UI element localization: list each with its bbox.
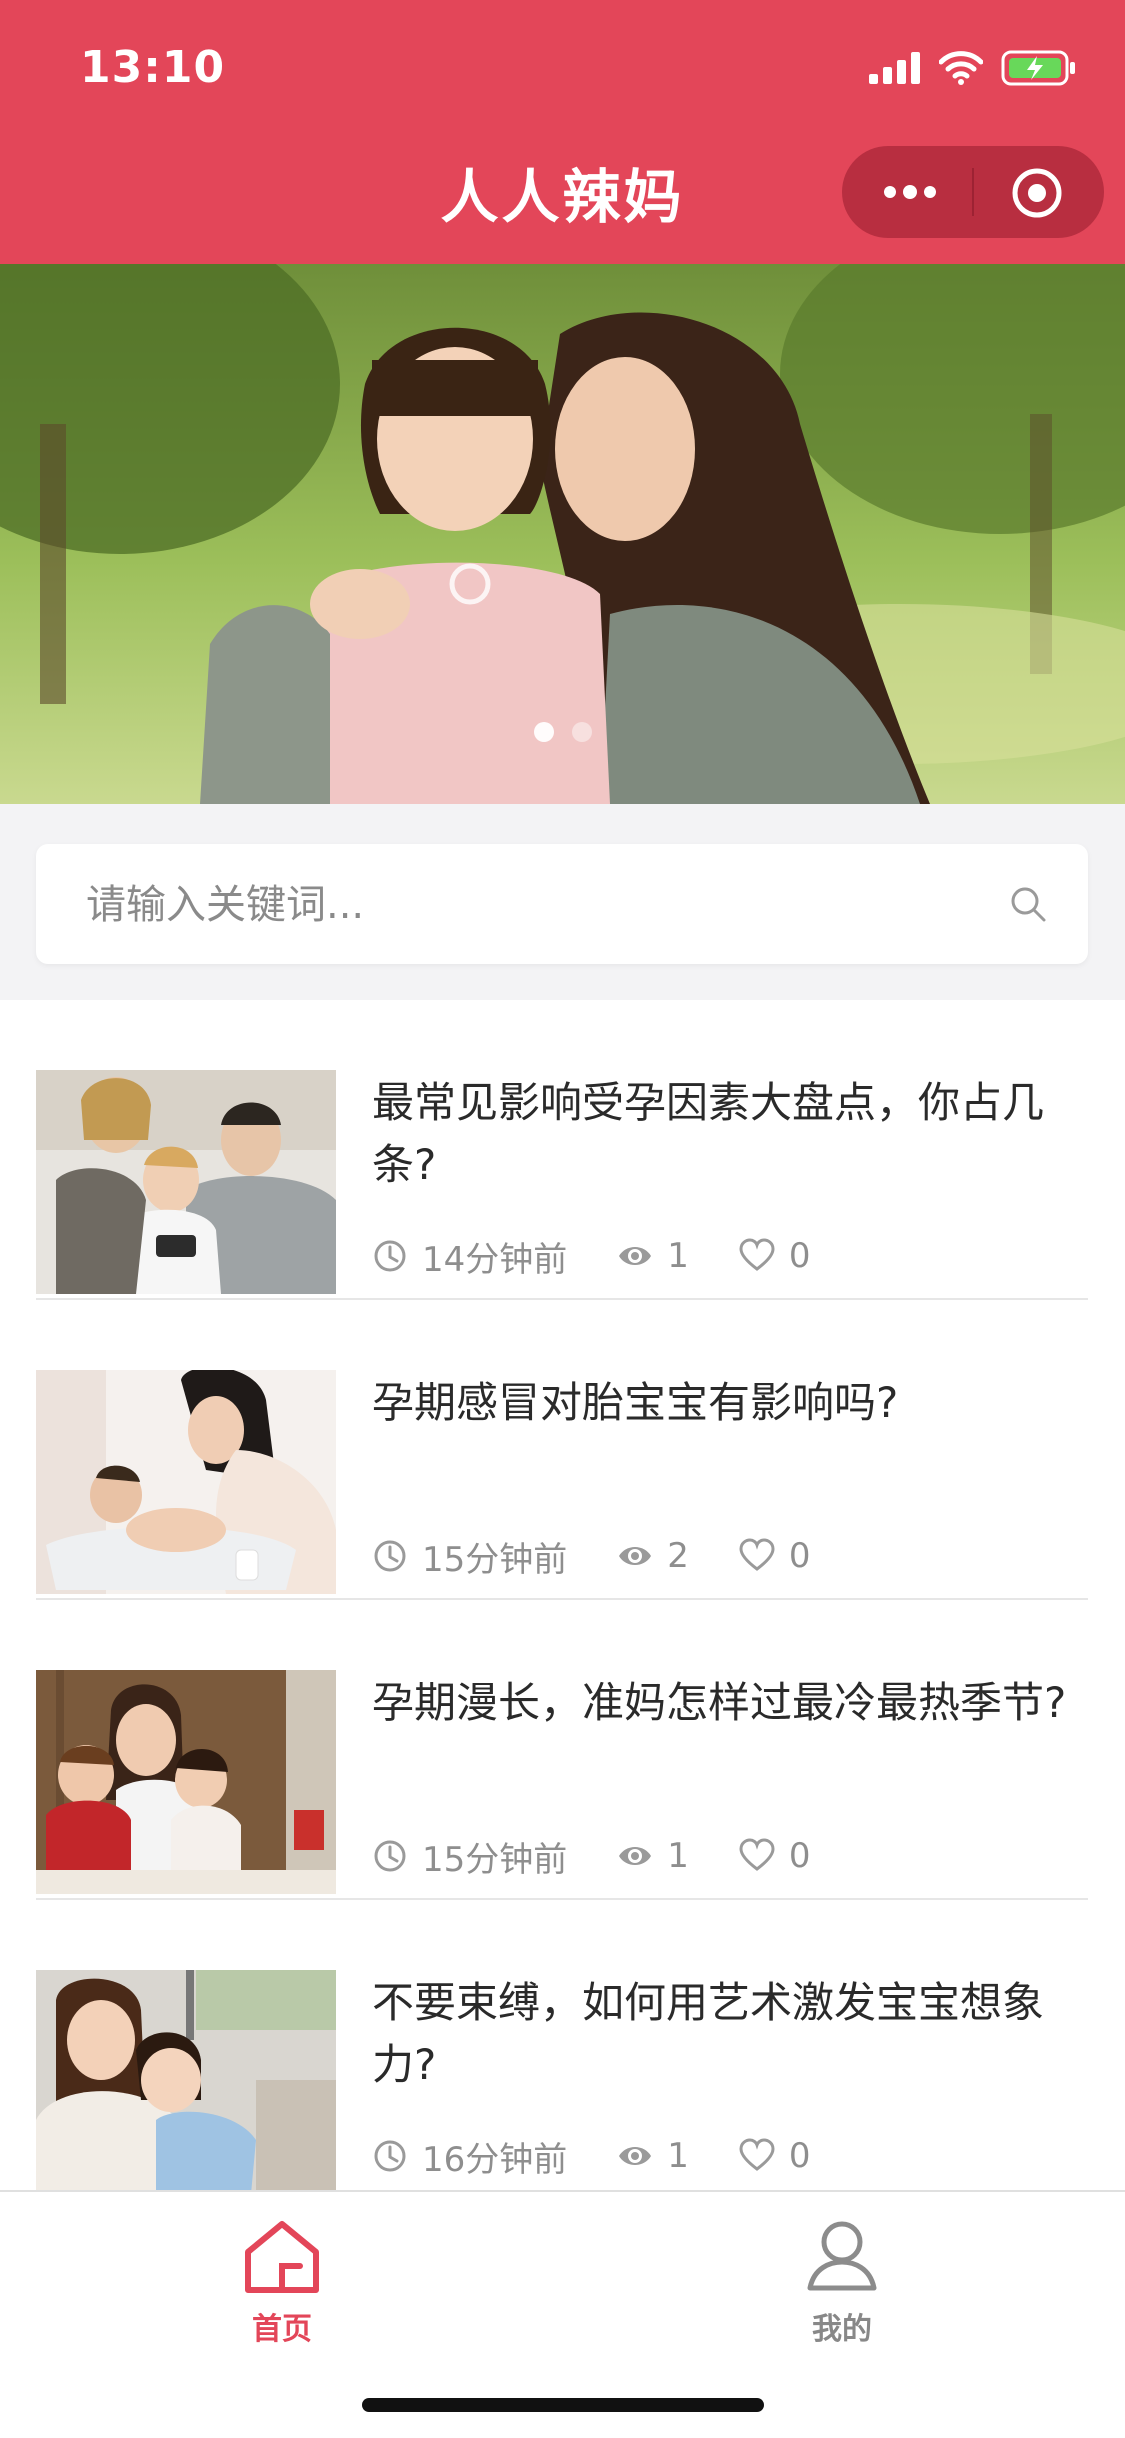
home-indicator	[362, 2398, 764, 2412]
clock-icon	[374, 1240, 406, 1272]
more-dots-icon[interactable]	[880, 172, 940, 212]
article-likes: 0	[788, 1536, 811, 1576]
article-title[interactable]: 不要束缚，如何用艺术激发宝宝想象力?	[372, 1972, 1082, 2096]
heart-icon[interactable]	[739, 1538, 775, 1574]
clock-icon	[374, 1540, 406, 1572]
article-meta: 15分钟前 1 0	[372, 1832, 861, 1880]
search-input[interactable]	[84, 844, 988, 966]
article-thumbnail	[36, 1670, 336, 1894]
clock-icon	[374, 2140, 406, 2172]
tab-home[interactable]: 首页	[182, 2216, 382, 2348]
home-icon	[245, 2221, 319, 2293]
tab-mine-label: 我的	[812, 2312, 872, 2347]
article-thumbnail	[36, 1370, 336, 1594]
article-title[interactable]: 最常见影响受孕因素大盘点，你占几条?	[372, 1072, 1082, 1196]
heart-icon[interactable]	[739, 2138, 775, 2174]
article-thumbnail	[36, 1070, 336, 1294]
banner-dot[interactable]	[571, 722, 592, 742]
article-time: 14分钟前	[422, 1239, 568, 1280]
article-meta: 15分钟前 2 0	[372, 1532, 861, 1580]
target-icon[interactable]	[1010, 166, 1064, 220]
battery-charging-icon	[1001, 50, 1075, 86]
article-item[interactable]: 孕期感冒对胎宝宝有影响吗? 15分钟前 2 0	[36, 1300, 1088, 1600]
heart-icon[interactable]	[739, 1238, 775, 1274]
search-area	[0, 804, 1125, 1000]
article-likes: 0	[788, 1236, 811, 1276]
article-views: 1	[667, 1836, 689, 1876]
article-title[interactable]: 孕期漫长，准妈怎样过最冷最热季节?	[372, 1672, 1082, 1734]
eye-icon	[619, 1847, 652, 1865]
article-meta: 14分钟前 1 0	[372, 1232, 861, 1280]
article-likes: 0	[788, 1836, 811, 1876]
article-item[interactable]: 孕期漫长，准妈怎样过最冷最热季节? 15分钟前 1 0	[36, 1600, 1088, 1900]
tab-mine[interactable]: 我的	[742, 2216, 942, 2348]
article-list: 最常见影响受孕因素大盘点，你占几条? 14分钟前 1 0 孕期感冒对胎宝宝有影响…	[0, 1000, 1125, 2190]
wifi-icon	[939, 51, 983, 85]
clock-icon	[374, 1840, 406, 1872]
article-time: 15分钟前	[422, 1839, 568, 1880]
status-icons	[869, 48, 1077, 88]
article-title[interactable]: 孕期感冒对胎宝宝有影响吗?	[372, 1372, 1082, 1434]
article-meta: 16分钟前 1 0	[372, 2132, 861, 2180]
banner-dots	[0, 722, 1125, 742]
nav-header: 13:10 人人辣妈	[0, 0, 1125, 264]
article-views: 1	[667, 2136, 689, 2176]
status-time: 13:10	[80, 42, 226, 93]
article-item[interactable]: 最常见影响受孕因素大盘点，你占几条? 14分钟前 1 0	[36, 1000, 1088, 1300]
capsule-divider	[972, 168, 974, 216]
article-thumbnail	[36, 1970, 336, 2190]
eye-icon	[619, 1547, 652, 1565]
article-likes: 0	[788, 2136, 811, 2176]
banner-dot[interactable]	[533, 722, 554, 742]
article-views: 1	[667, 1236, 689, 1276]
article-time: 16分钟前	[422, 2139, 568, 2180]
eye-icon	[619, 1247, 652, 1265]
article-views: 2	[667, 1536, 689, 1576]
search-icon[interactable]	[1008, 884, 1048, 924]
heart-icon[interactable]	[739, 1838, 775, 1874]
eye-icon	[619, 2147, 652, 2165]
article-item[interactable]: 不要束缚，如何用艺术激发宝宝想象力? 16分钟前 1 0	[36, 1900, 1088, 2190]
signal-icon	[869, 52, 920, 84]
banner-carousel[interactable]	[0, 264, 1125, 804]
search-box[interactable]	[36, 844, 1088, 966]
tab-home-label: 首页	[252, 2312, 312, 2347]
article-time: 15分钟前	[422, 1539, 568, 1580]
user-icon	[807, 2221, 877, 2291]
miniprogram-capsule	[842, 146, 1104, 238]
